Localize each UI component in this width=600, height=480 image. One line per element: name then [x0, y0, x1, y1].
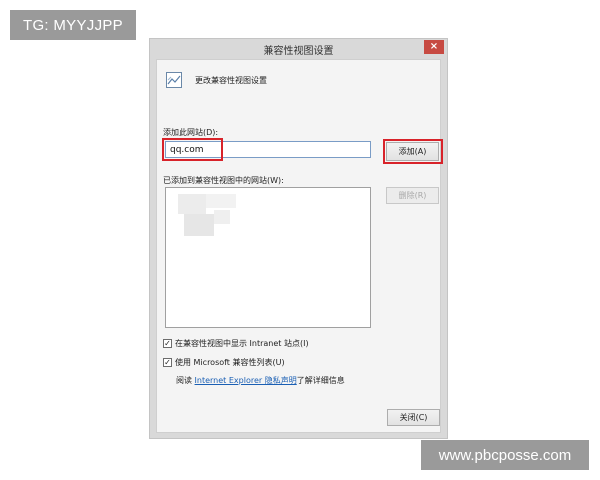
- blurred-entry: [184, 214, 214, 236]
- mslist-checkbox-row[interactable]: ✓ 使用 Microsoft 兼容性列表(U): [163, 357, 285, 368]
- privacy-link[interactable]: Internet Explorer 隐私声明: [195, 376, 297, 385]
- add-site-label: 添加此网站(D):: [163, 128, 219, 137]
- site-list-label: 已添加到兼容性视图中的网站(W):: [163, 176, 284, 185]
- intranet-checkbox-row[interactable]: ✓ 在兼容性视图中显示 Intranet 站点(I): [163, 338, 309, 349]
- dialog-title: 兼容性视图设置: [263, 45, 334, 57]
- privacy-prefix: 阅读: [176, 376, 195, 385]
- privacy-row: 阅读 Internet Explorer 隐私声明了解详细信息: [176, 375, 345, 386]
- added-sites-list[interactable]: [165, 187, 371, 328]
- blurred-entry: [214, 210, 230, 224]
- mslist-checkbox-label: 使用 Microsoft 兼容性列表(U): [175, 358, 285, 367]
- watermark-top-left: TG: MYYJJPP: [10, 10, 136, 40]
- add-site-input[interactable]: [165, 141, 371, 158]
- blurred-entry: [178, 194, 206, 214]
- intranet-checkbox[interactable]: ✓: [163, 339, 172, 348]
- watermark-bottom-right: www.pbcposse.com: [421, 440, 589, 470]
- window-close-button[interactable]: ×: [424, 40, 444, 54]
- privacy-suffix: 了解详细信息: [296, 376, 345, 385]
- remove-button[interactable]: 删除(R): [386, 187, 439, 204]
- add-button[interactable]: 添加(A): [386, 142, 439, 161]
- compat-view-dialog: 兼容性视图设置 × 更改兼容性视图设置 添加此网站(D): 添加(A) 已添加到…: [149, 38, 448, 439]
- header-text: 更改兼容性视图设置: [195, 76, 267, 85]
- dialog-client-area: 更改兼容性视图设置 添加此网站(D): 添加(A) 已添加到兼容性视图中的网站(…: [156, 59, 443, 433]
- blurred-entry: [206, 194, 236, 208]
- close-button[interactable]: 关闭(C): [387, 409, 440, 426]
- settings-page-icon: [166, 72, 182, 88]
- mslist-checkbox[interactable]: ✓: [163, 358, 172, 367]
- intranet-checkbox-label: 在兼容性视图中显示 Intranet 站点(I): [175, 339, 309, 348]
